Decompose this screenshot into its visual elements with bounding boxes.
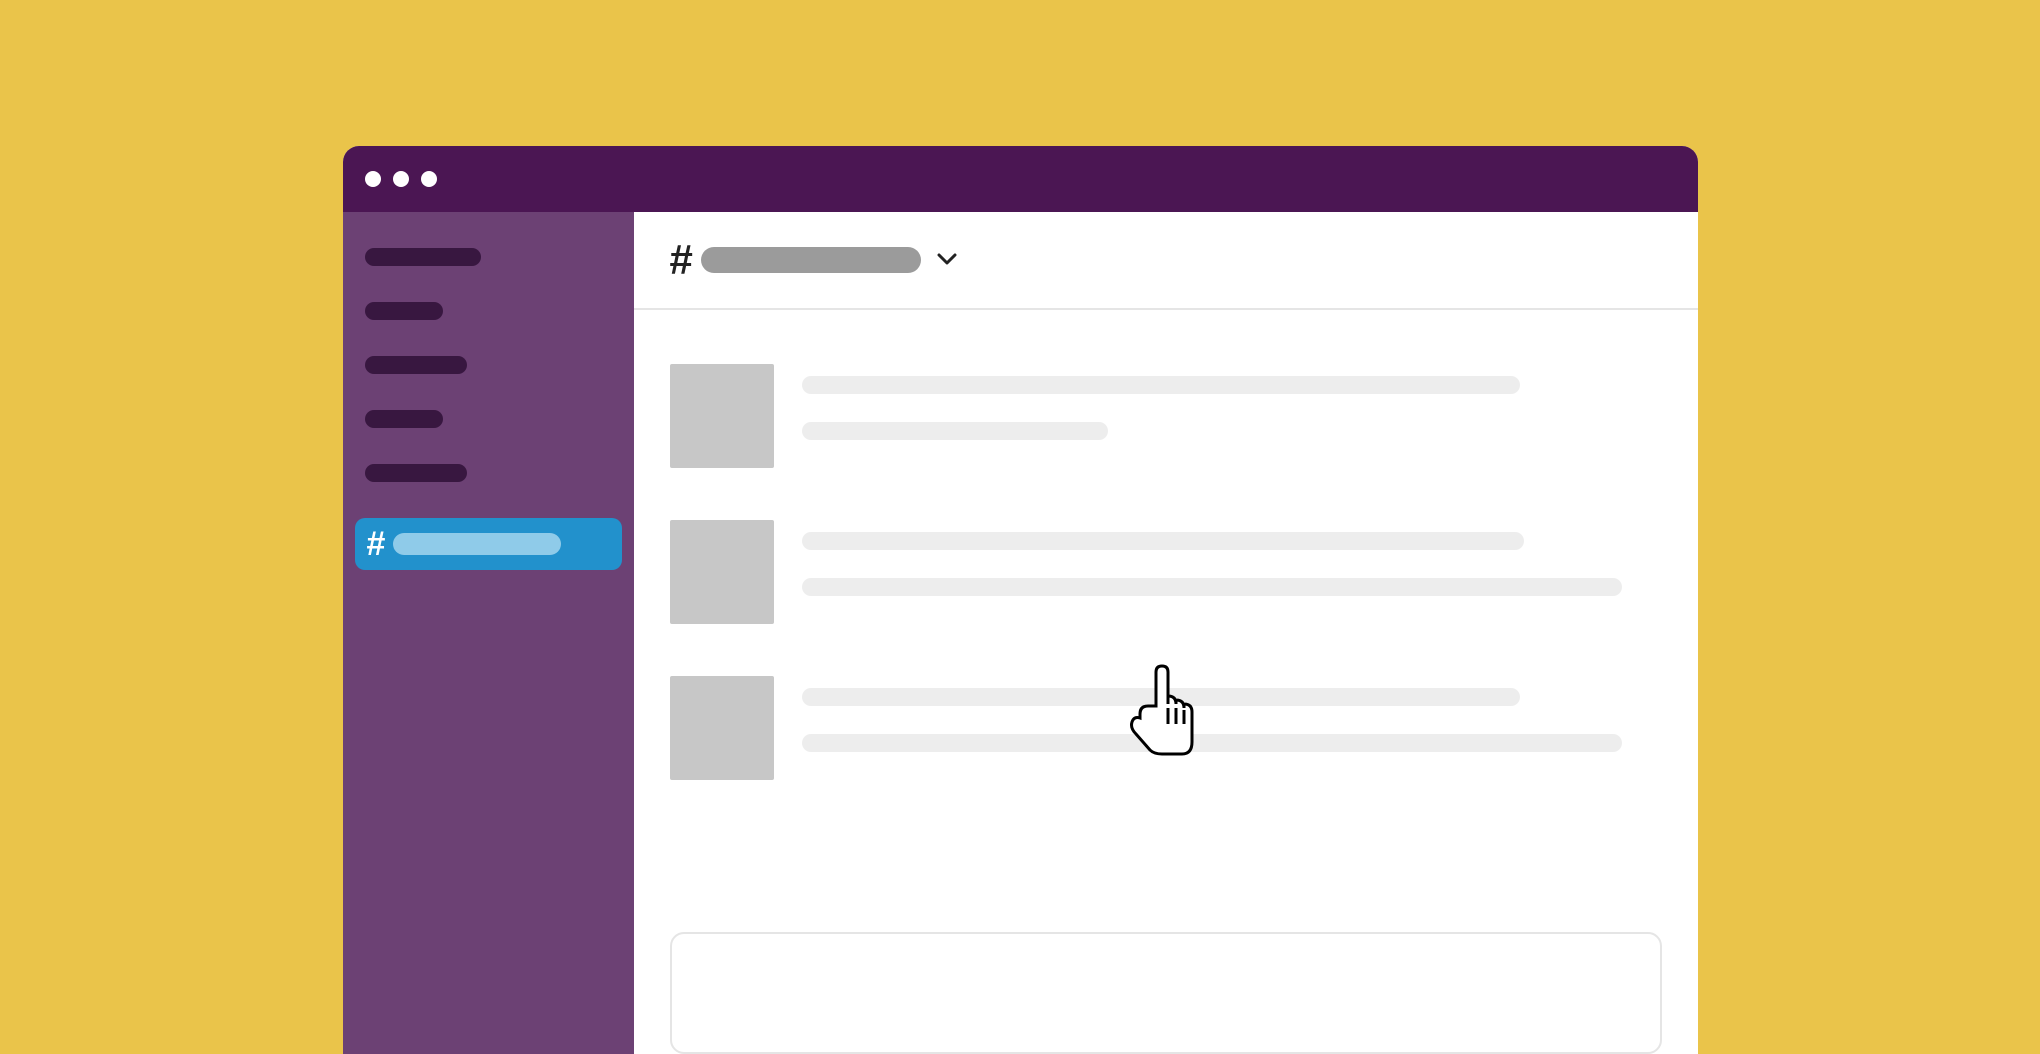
message-body xyxy=(802,364,1662,468)
avatar[interactable] xyxy=(670,364,774,468)
sidebar-item[interactable] xyxy=(365,464,467,482)
message-text-line xyxy=(802,688,1520,706)
sidebar-item[interactable] xyxy=(365,302,443,320)
message-body xyxy=(802,520,1662,624)
sidebar: # xyxy=(343,212,634,1054)
message-item[interactable] xyxy=(670,520,1662,624)
hash-icon: # xyxy=(670,239,693,281)
hash-icon: # xyxy=(367,527,386,561)
message-composer[interactable] xyxy=(670,932,1662,1054)
message-item[interactable] xyxy=(670,676,1662,780)
minimize-window-dot[interactable] xyxy=(393,171,409,187)
message-body xyxy=(802,676,1662,780)
app-body: # # xyxy=(343,212,1698,1054)
main-panel: # xyxy=(634,212,1698,1054)
message-text-line xyxy=(802,734,1622,752)
sidebar-item[interactable] xyxy=(365,248,481,266)
message-text-line xyxy=(802,532,1524,550)
sidebar-channel-label xyxy=(393,533,561,555)
message-item[interactable] xyxy=(670,364,1662,468)
channel-name xyxy=(701,247,921,273)
message-text-line xyxy=(802,376,1520,394)
message-list xyxy=(634,310,1698,1054)
message-text-line xyxy=(802,578,1622,596)
sidebar-channel-selected[interactable]: # xyxy=(355,518,622,570)
sidebar-item[interactable] xyxy=(365,356,467,374)
avatar[interactable] xyxy=(670,520,774,624)
titlebar xyxy=(343,146,1698,212)
channel-header[interactable]: # xyxy=(634,212,1698,310)
chevron-down-icon xyxy=(937,253,957,267)
app-window: # # xyxy=(343,146,1698,1054)
message-text-line xyxy=(802,422,1108,440)
close-window-dot[interactable] xyxy=(365,171,381,187)
avatar[interactable] xyxy=(670,676,774,780)
sidebar-item[interactable] xyxy=(365,410,443,428)
maximize-window-dot[interactable] xyxy=(421,171,437,187)
